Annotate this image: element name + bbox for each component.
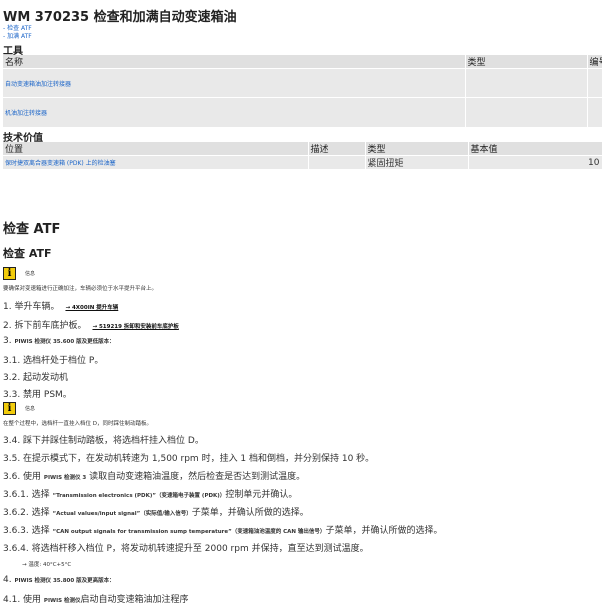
tech-values-table: 位置 描述 类型 基本值 保时捷双离合器变速箱 (PDK) 上的检油塞 紧固扭矩…: [3, 142, 602, 169]
reference-link[interactable]: → 519219 拆卸和安装前车底护板: [92, 324, 178, 330]
step-3-6: 3.6. 使用 PIWIS 检测仪 3 读取自动变速箱油温度，然后检查是否达到测…: [3, 472, 306, 482]
step-3-3: 3.3. 禁用 PSM。: [3, 390, 72, 400]
table-row: 保时捷双离合器变速箱 (PDK) 上的检油塞 紧固扭矩 10: [3, 155, 602, 169]
step-3-6-2: 3.6.2. 选择 “Actual values/input signal”（实…: [3, 508, 309, 518]
toc-link-check-atf[interactable]: - 检查 ATF: [3, 25, 32, 33]
location-link-pdk-plug[interactable]: 保时捷双离合器变速箱 (PDK) 上的检油塞: [3, 155, 309, 169]
table-cell: [465, 68, 588, 98]
info-box: i 信息: [3, 267, 35, 280]
info-box: i 信息: [3, 402, 35, 415]
info-icon: i: [3, 402, 16, 415]
table-cell: [308, 155, 366, 169]
page-title: WM 370235 检查和加满自动变速箱油: [3, 10, 237, 25]
column-header-number: 编号: [587, 55, 602, 69]
section-heading: 检查 ATF: [3, 222, 61, 237]
step-3-2: 3.2. 起动发动机: [3, 373, 69, 383]
column-header-type: 类型: [465, 55, 588, 69]
table-row: 自动变速箱油加注转接器: [3, 68, 602, 98]
table-header-row: 名称 类型 编号: [3, 55, 602, 69]
info-icon: i: [3, 267, 16, 280]
step-3-6-3: 3.6.3. 选择 “CAN output signals for transm…: [3, 526, 443, 536]
step-3-5: 3.5. 在提示模式下，在发动机转速为 1,500 rpm 时，挂入 1 档和倒…: [3, 454, 375, 464]
column-header-location: 位置: [3, 142, 309, 156]
table-cell: [587, 97, 602, 127]
tools-table: 名称 类型 编号 自动变速箱油加注转接器 机油加注转接器: [3, 55, 602, 127]
step-2: 2. 拆下前车底护板。 → 519219 拆卸和安装前车底护板: [3, 321, 179, 331]
step-3-6-1: 3.6.1. 选择 “Transmission electronics (PDK…: [3, 490, 298, 500]
temperature-spec: → 温度: 40°C+5°C: [22, 562, 72, 568]
info-note: 在整个过程中，选档杆一直挂入档位 D，同时踩住制动踏板。: [3, 421, 152, 427]
step-3-4: 3.4. 踩下并踩住制动踏板，将选档杆挂入档位 D。: [3, 436, 204, 446]
reference-link[interactable]: → 4X00IN 提升车辆: [65, 305, 118, 311]
info-label: 信息: [25, 406, 36, 412]
tool-link-atf-adapter[interactable]: 自动变速箱油加注转接器: [3, 68, 466, 98]
info-label: 信息: [25, 271, 36, 277]
column-header-description: 描述: [308, 142, 366, 156]
torque-type: 紧固扭矩: [365, 155, 469, 169]
table-of-contents: - 检查 ATF - 加满 ATF: [3, 25, 32, 41]
table-cell: [587, 68, 602, 98]
table-row: 机油加注转接器: [3, 97, 602, 127]
table-header-row: 位置 描述 类型 基本值: [3, 142, 602, 156]
torque-value: 10: [468, 155, 602, 169]
tool-link-oil-adapter[interactable]: 机油加注转接器: [3, 97, 466, 127]
step-4-1: 4.1. 使用 PIWIS 检测仪启动自动变速箱油加注程序: [3, 595, 189, 605]
step-3-1: 3.1. 选档杆处于档位 P。: [3, 356, 104, 366]
step-4: 4. PIWIS 检测仪 35.800 版及更高版本：: [3, 575, 115, 585]
step-1: 1. 举升车辆。 → 4X00IN 提升车辆: [3, 302, 119, 312]
table-cell: [465, 97, 588, 127]
column-header-base-value: 基本值: [468, 142, 602, 156]
step-3-6-4: 3.6.4. 将选档杆移入档位 P，将发动机转速提升至 2000 rpm 并保持…: [3, 544, 369, 554]
subsection-heading: 检查 ATF: [3, 247, 52, 260]
info-note: 要确保对变速箱进行正确加注，车辆必须位于水平提升平台上。: [3, 286, 158, 292]
column-header-name: 名称: [3, 55, 466, 69]
toc-link-fill-atf[interactable]: - 加满 ATF: [3, 33, 32, 41]
step-3: 3. PIWIS 检测仪 35.600 版及更低版本：: [3, 336, 115, 346]
column-header-type: 类型: [365, 142, 469, 156]
